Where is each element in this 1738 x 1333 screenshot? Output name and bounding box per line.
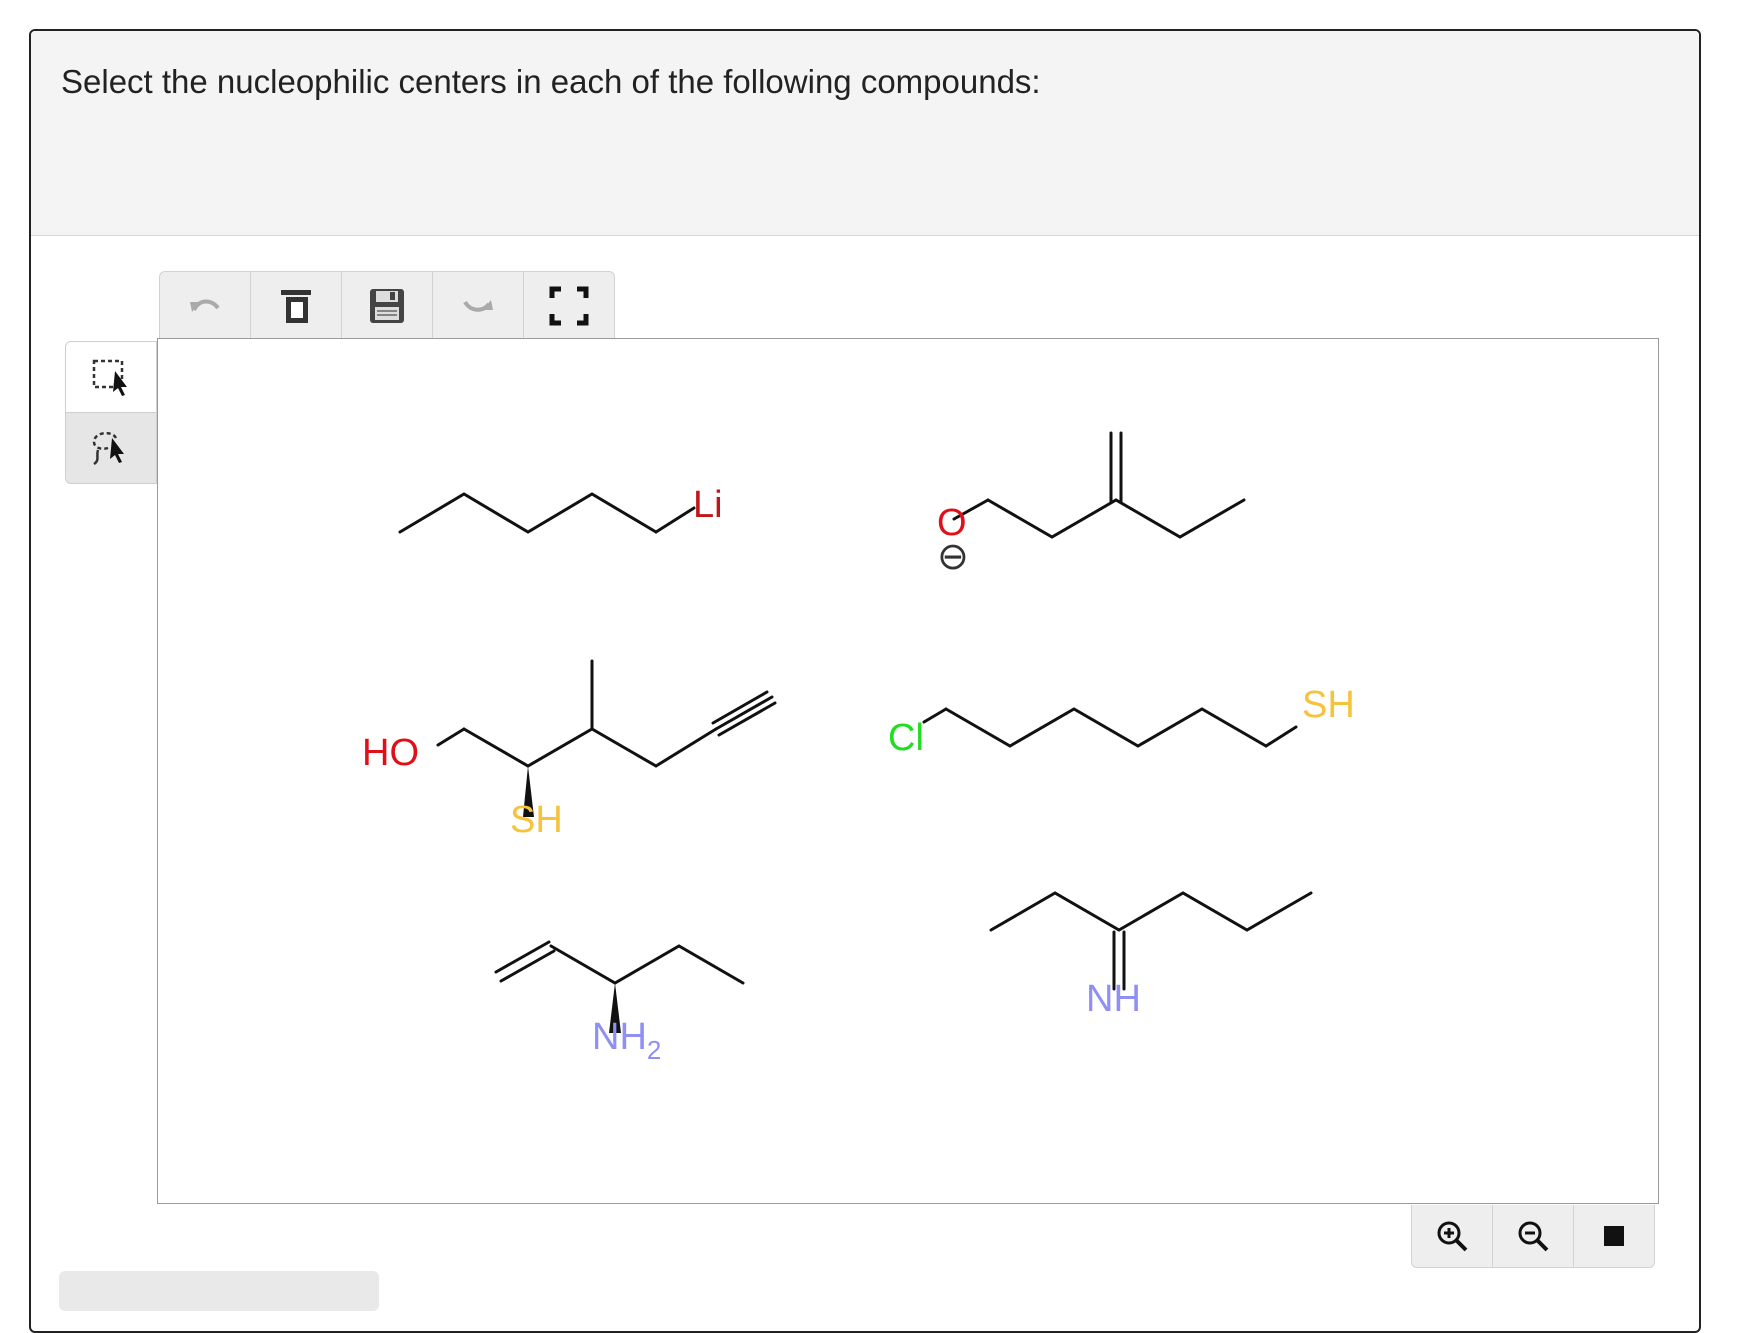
reset-icon <box>1604 1226 1624 1246</box>
redo-icon <box>463 300 493 312</box>
zoom-out-button[interactable] <box>1493 1205 1574 1267</box>
atom-sh-1[interactable]: SH <box>510 799 563 841</box>
undo-button[interactable] <box>160 272 251 340</box>
molecule-pentyllithium <box>398 492 696 534</box>
editor-toolbar <box>159 271 615 340</box>
lasso-select-button[interactable] <box>66 413 156 483</box>
save-icon <box>370 289 404 323</box>
fullscreen-icon <box>549 286 589 326</box>
atom-nh[interactable]: NH <box>1086 978 1141 1020</box>
fullscreen-button[interactable] <box>524 272 614 340</box>
molecule-imine <box>989 891 1313 991</box>
clear-icon <box>281 290 311 323</box>
zoom-in-button[interactable] <box>1412 1205 1493 1267</box>
atom-nh2[interactable]: NH2 <box>592 1016 661 1065</box>
redo-button[interactable] <box>433 272 524 340</box>
molecule-amine <box>494 940 745 985</box>
question-prompt: Select the nucleophilic centers in each … <box>31 31 1699 236</box>
save-button[interactable] <box>342 272 433 340</box>
molecule-alkoxide <box>952 431 1246 539</box>
zoom-controls <box>1411 1205 1655 1268</box>
atom-sh-2[interactable]: SH <box>1302 684 1355 726</box>
atom-li[interactable]: Li <box>693 484 723 526</box>
reset-view-button[interactable] <box>1574 1205 1654 1267</box>
question-panel: Select the nucleophilic centers in each … <box>29 29 1701 1333</box>
molecule-chloro-thiol <box>922 707 1298 748</box>
undo-icon <box>190 299 220 312</box>
charge-negative: ⊖ <box>937 536 969 578</box>
zoom-in-icon <box>1437 1221 1468 1252</box>
molecule-thiol-alcohol <box>436 659 777 768</box>
prompt-text: Select the nucleophilic centers in each … <box>61 63 1041 100</box>
lasso-select-icon <box>92 431 124 466</box>
selection-tools <box>65 341 157 484</box>
atom-ho[interactable]: HO <box>362 732 419 774</box>
structure-canvas[interactable]: Li O ⊖ HO SH Cl SH NH2 NH <box>157 338 1659 1204</box>
bottom-action-button[interactable] <box>59 1271 379 1311</box>
zoom-out-icon <box>1518 1221 1549 1252</box>
clear-button[interactable] <box>251 272 342 340</box>
molecules-drawing: Li O ⊖ HO SH Cl SH NH2 NH <box>362 431 1355 1065</box>
rectangle-select-icon <box>92 359 127 396</box>
rectangle-select-button[interactable] <box>66 342 156 413</box>
atom-cl[interactable]: Cl <box>888 717 924 759</box>
